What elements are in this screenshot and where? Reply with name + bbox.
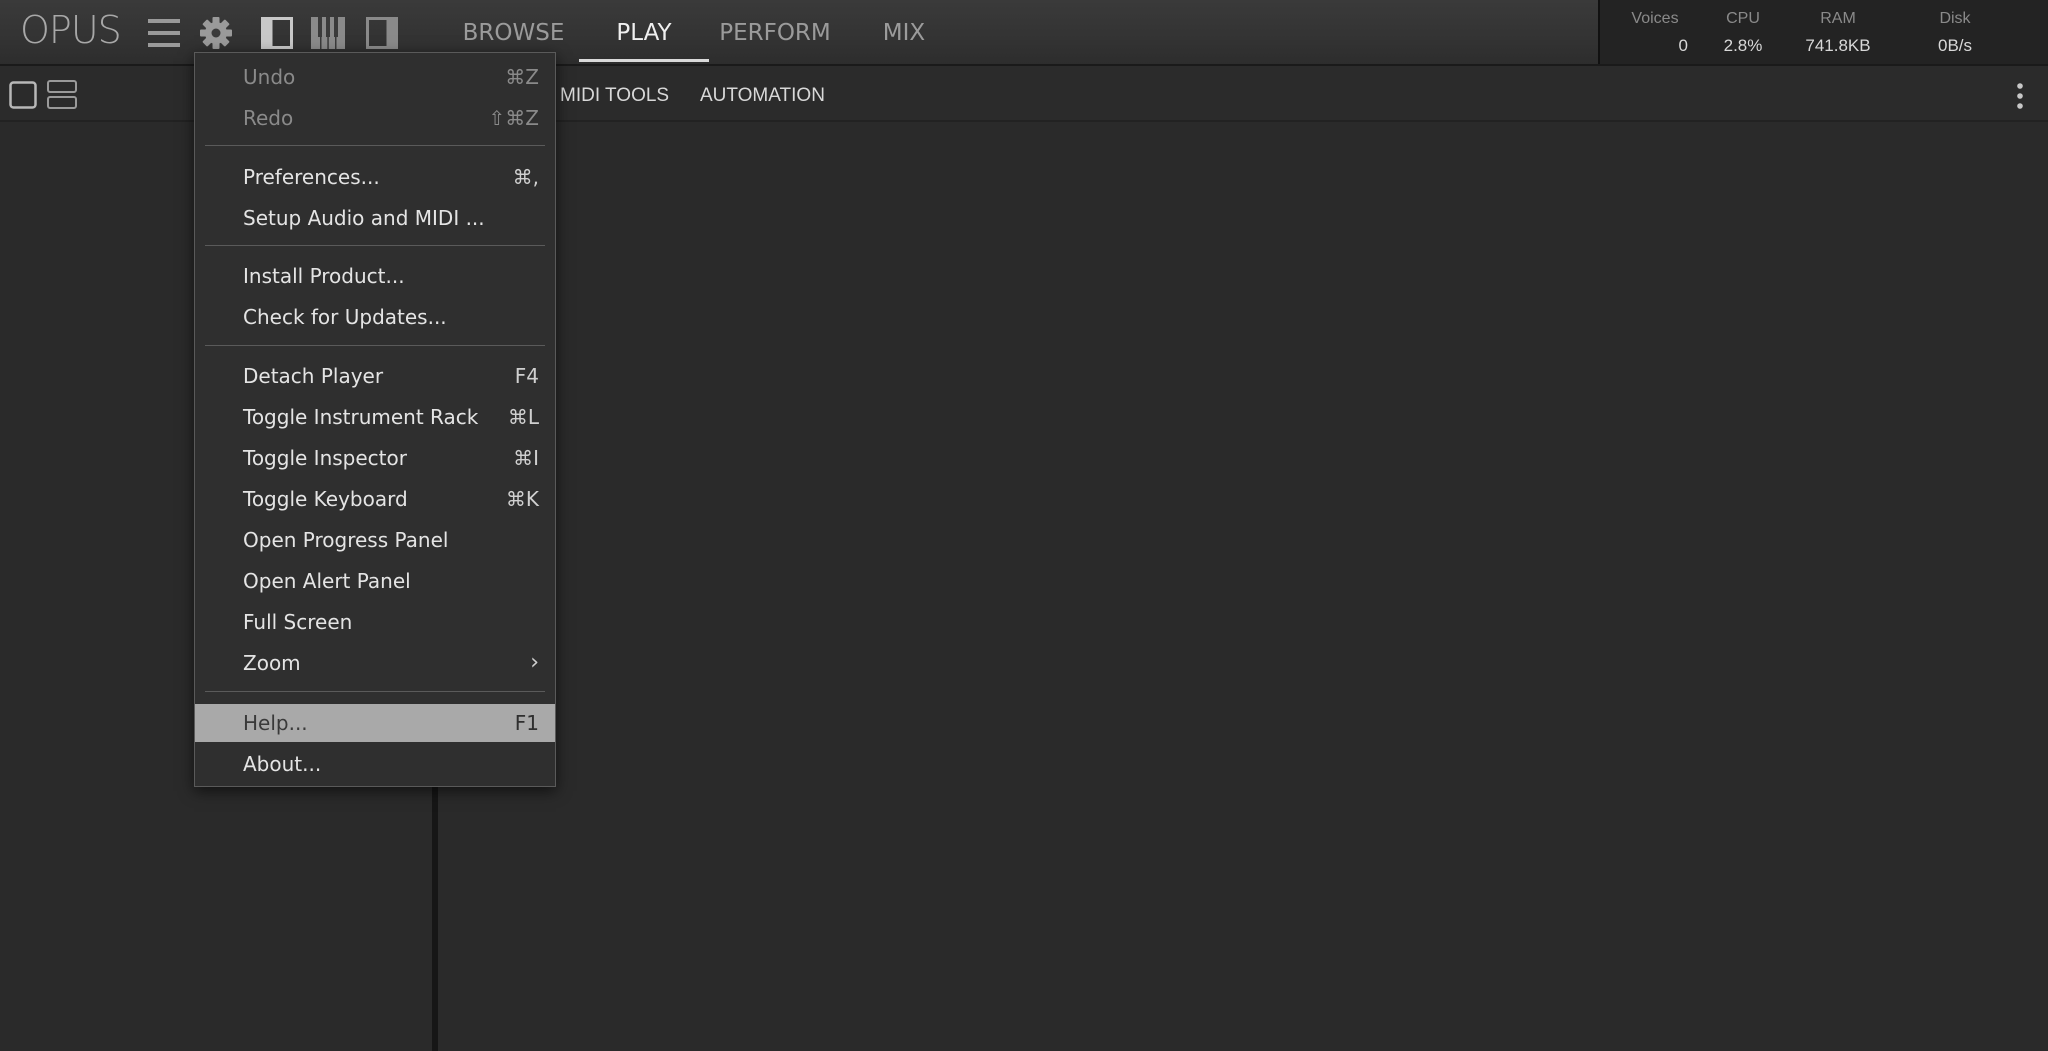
menu-item-install-product[interactable]: Install Product... — [195, 257, 555, 295]
ram-stat: RAM 741.8KB — [1788, 0, 1888, 56]
menu-item-label: Check for Updates... — [243, 305, 447, 329]
menu-item-shortcut: ⌘I — [513, 446, 539, 470]
menu-item-label: Toggle Keyboard — [243, 487, 408, 511]
left-panel-icon[interactable] — [261, 17, 293, 53]
cpu-label: CPU — [1726, 10, 1760, 27]
menu-item-check-updates[interactable]: Check for Updates... — [195, 298, 555, 336]
disk-value: 0B/s — [1937, 36, 1973, 55]
menu-separator — [205, 345, 545, 346]
menu-item-shortcut: F1 — [514, 711, 539, 735]
menu-item-detach-player[interactable]: Detach Player F4 — [195, 357, 555, 395]
app-logo: OPUS — [20, 8, 122, 52]
gear-icon[interactable] — [199, 16, 233, 54]
single-layout-icon[interactable] — [9, 81, 37, 113]
menu-item-label: Redo — [243, 106, 294, 130]
menu-item-label: Help... — [243, 711, 308, 735]
menu-item-toggle-keyboard[interactable]: Toggle Keyboard ⌘K — [195, 480, 555, 518]
menu-item-setup-audio-midi[interactable]: Setup Audio and MIDI ... — [195, 199, 555, 237]
menu-item-shortcut: ⌘, — [512, 165, 539, 189]
menu-separator — [205, 245, 545, 246]
menu-item-toggle-instrument-rack[interactable]: Toggle Instrument Rack ⌘L — [195, 398, 555, 436]
menu-separator — [205, 145, 545, 146]
ram-value: 741.8KB — [1805, 36, 1871, 55]
menu-item-shortcut: ⌘Z — [505, 65, 539, 89]
main-panel — [438, 122, 2048, 1051]
menu-item-label: Open Alert Panel — [243, 569, 411, 593]
menu-item-toggle-inspector[interactable]: Toggle Inspector ⌘I — [195, 439, 555, 477]
tab-automation[interactable]: AUTOMATION — [700, 66, 825, 122]
menu-item-label: Setup Audio and MIDI ... — [243, 206, 485, 230]
voices-label: Voices — [1631, 10, 1679, 27]
menu-item-label: Undo — [243, 65, 296, 89]
menu-item-label: Install Product... — [243, 264, 405, 288]
menu-item-shortcut: ⇧⌘Z — [488, 106, 539, 130]
menu-item-help[interactable]: Help... F1 — [195, 704, 555, 742]
hamburger-menu-icon[interactable] — [148, 17, 180, 53]
menu-item-label: Preferences... — [243, 165, 380, 189]
menu-item-shortcut: ⌘L — [507, 405, 539, 429]
cpu-stat: CPU 2.8% — [1708, 0, 1778, 56]
split-layout-icon[interactable] — [47, 80, 77, 114]
disk-label: Disk — [1939, 10, 1971, 27]
voices-value: 0 — [1678, 36, 1688, 55]
tab-mix[interactable]: MIX — [872, 0, 936, 64]
menu-item-full-screen[interactable]: Full Screen — [195, 603, 555, 641]
menu-item-shortcut: ⌘K — [505, 487, 539, 511]
tab-play[interactable]: PLAY — [579, 0, 709, 64]
disk-stat: Disk 0B/s — [1920, 0, 1990, 56]
chevron-right-icon: › — [530, 650, 539, 675]
menu-item-zoom[interactable]: Zoom › — [195, 644, 555, 682]
menu-item-about[interactable]: About... — [195, 745, 555, 783]
menu-item-undo: Undo ⌘Z — [195, 58, 555, 96]
performance-stats: Voices 0 CPU 2.8% RAM 741.8KB Disk 0B/s — [1598, 0, 2048, 64]
menu-item-label: Open Progress Panel — [243, 528, 449, 552]
menu-separator — [205, 691, 545, 692]
ram-label: RAM — [1820, 10, 1856, 27]
menu-item-label: Zoom — [243, 651, 301, 675]
menu-item-redo: Redo ⇧⌘Z — [195, 99, 555, 137]
menu-item-shortcut: F4 — [514, 364, 539, 388]
menu-item-open-alert-panel[interactable]: Open Alert Panel — [195, 562, 555, 600]
menu-item-label: About... — [243, 752, 322, 776]
menu-item-label: Toggle Instrument Rack — [243, 405, 479, 429]
menu-item-label: Detach Player — [243, 364, 384, 388]
keyboard-icon[interactable] — [311, 17, 345, 53]
menu-item-open-progress-panel[interactable]: Open Progress Panel — [195, 521, 555, 559]
right-panel-icon[interactable] — [366, 17, 398, 53]
cpu-value: 2.8% — [1723, 36, 1763, 55]
menu-item-preferences[interactable]: Preferences... ⌘, — [195, 158, 555, 196]
menu-item-label: Full Screen — [243, 610, 353, 634]
menu-item-label: Toggle Inspector — [243, 446, 407, 470]
more-vertical-icon[interactable] — [2014, 82, 2026, 114]
voices-stat: Voices 0 — [1620, 0, 1690, 56]
settings-menu: Undo ⌘Z Redo ⇧⌘Z Preferences... ⌘, Setup… — [194, 52, 556, 787]
tab-perform[interactable]: PERFORM — [716, 0, 834, 64]
tab-midi-tools[interactable]: MIDI TOOLS — [560, 66, 669, 122]
